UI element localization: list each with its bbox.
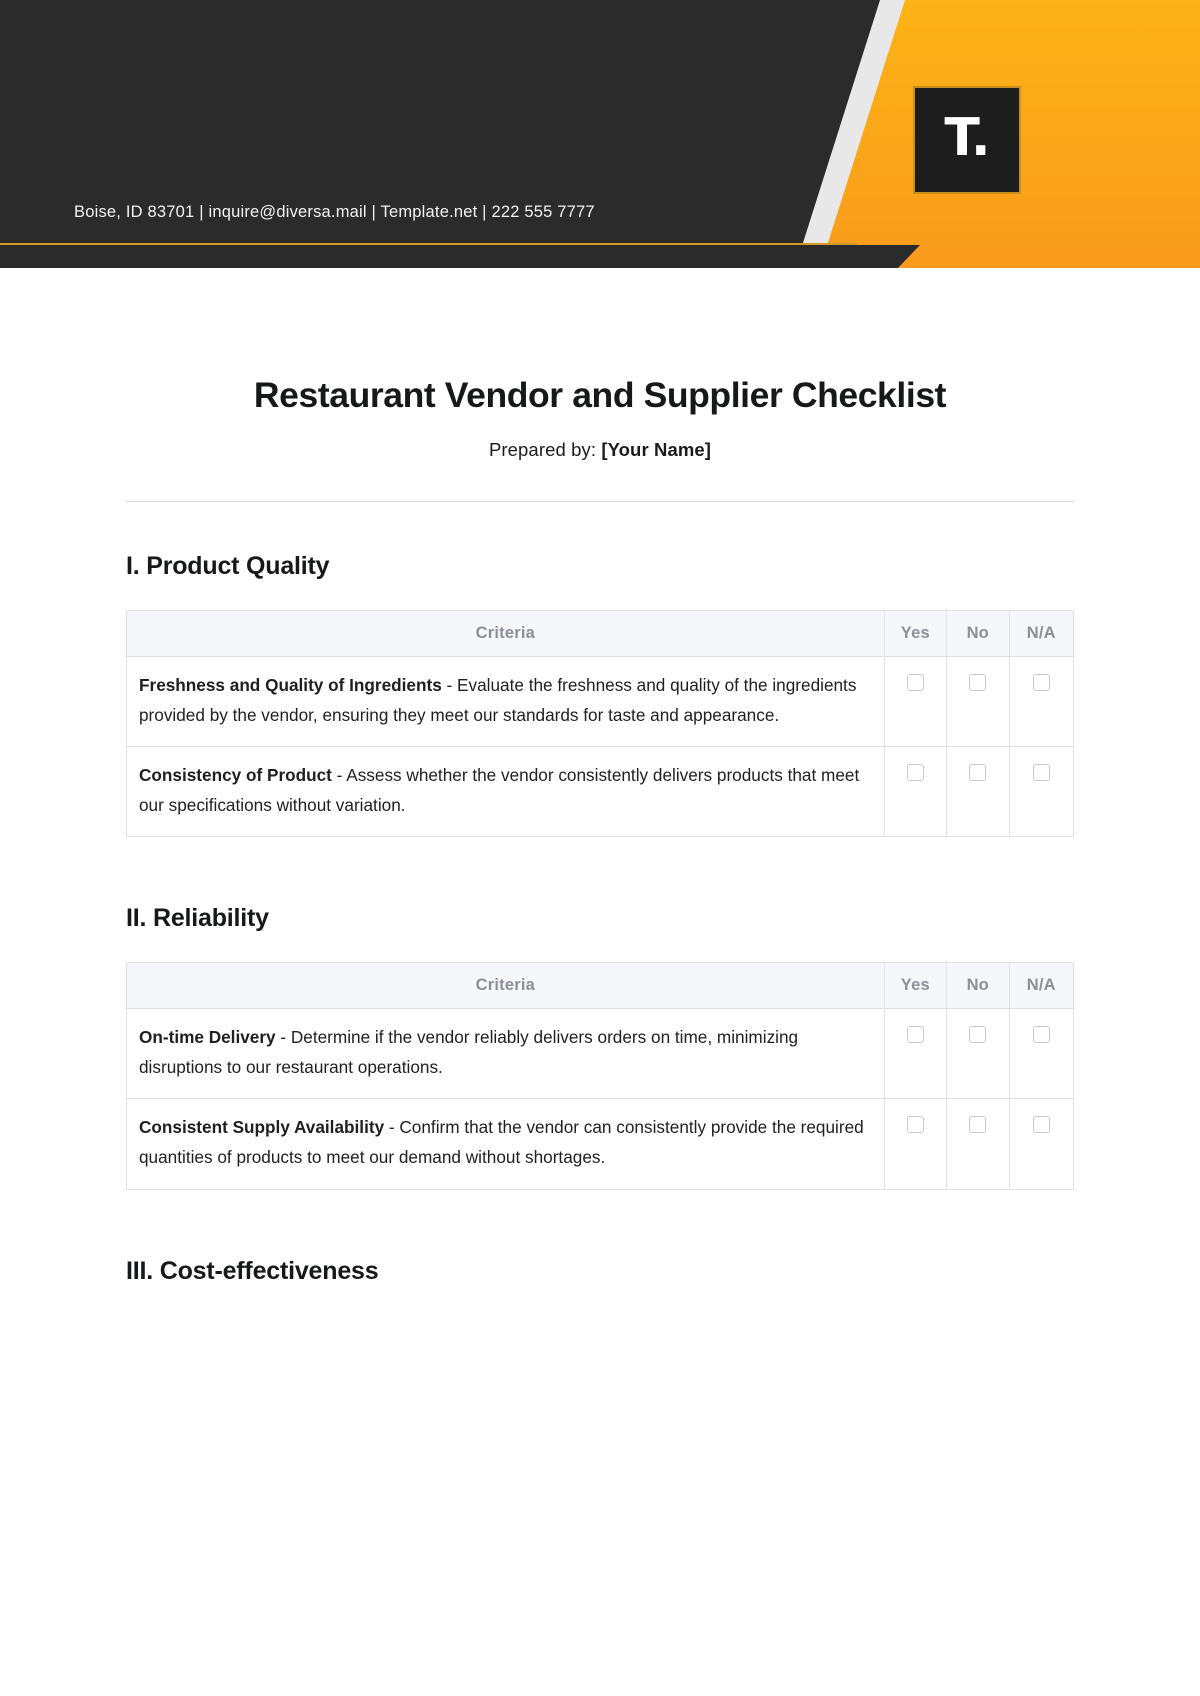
prepared-by-label: Prepared by: <box>488 439 597 460</box>
header-gold-rule <box>0 243 858 245</box>
no-checkbox[interactable] <box>969 1026 987 1044</box>
na-cell[interactable] <box>1008 1008 1074 1100</box>
column-header-na: N/A <box>1008 962 1074 1010</box>
header-dark-strip <box>0 245 920 268</box>
page-title: Restaurant Vendor and Supplier Checklist <box>253 375 947 415</box>
na-cell[interactable] <box>1008 655 1074 748</box>
column-header-no: No <box>946 610 1010 657</box>
criteria-term: Consistent Supply Availability <box>139 1117 385 1138</box>
criteria-term: On-time Delivery <box>139 1027 276 1048</box>
table-row: On-time Delivery - Determine if the vend… <box>126 1008 1074 1100</box>
yes-checkbox[interactable] <box>906 674 924 691</box>
column-header-no: No <box>946 962 1010 1010</box>
column-header-criteria: Criteria <box>126 962 885 1010</box>
header-contact-line: Boise, ID 83701 | inquire@diversa.mail |… <box>74 203 595 221</box>
column-header-yes: Yes <box>883 962 948 1010</box>
criteria-cell: Consistent Supply Availability - Confirm… <box>126 1098 885 1190</box>
na-checkbox[interactable] <box>1032 1116 1050 1134</box>
na-checkbox[interactable] <box>1032 1026 1050 1044</box>
na-checkbox[interactable] <box>1032 674 1050 691</box>
column-header-na: N/A <box>1008 610 1074 657</box>
na-cell[interactable] <box>1008 746 1074 838</box>
prepared-by-line: Prepared by: [Your Name] <box>126 416 1074 461</box>
checklist-table-reliability: Criteria Yes No N/A On-time Delivery - D… <box>126 962 1074 1190</box>
criteria-cell: Consistency of Product - Assess whether … <box>126 746 885 838</box>
criteria-term: Freshness and Quality of Ingredients <box>139 675 442 695</box>
no-checkbox[interactable] <box>969 764 987 782</box>
column-header-yes: Yes <box>883 610 948 657</box>
yes-cell[interactable] <box>883 746 948 838</box>
logo-monogram: T. <box>944 108 990 168</box>
criteria-term: Consistency of Product <box>139 765 332 786</box>
column-header-criteria: Criteria <box>126 610 885 657</box>
section-heading-cost-effectiveness: III. Cost-effectiveness <box>126 1256 379 1285</box>
document-body: Restaurant Vendor and Supplier Checklist… <box>0 268 1200 1286</box>
no-cell[interactable] <box>946 746 1010 838</box>
table-row: Consistent Supply Availability - Confirm… <box>126 1098 1074 1190</box>
criteria-cell: Freshness and Quality of Ingredients - E… <box>126 655 885 748</box>
criteria-cell: On-time Delivery - Determine if the vend… <box>126 1008 885 1100</box>
yes-checkbox[interactable] <box>906 1116 924 1134</box>
no-cell[interactable] <box>946 655 1010 748</box>
na-checkbox[interactable] <box>1032 764 1050 782</box>
no-cell[interactable] <box>946 1008 1010 1100</box>
yes-cell[interactable] <box>883 1098 948 1190</box>
section-heading-product-quality: I. Product Quality <box>126 552 330 580</box>
no-checkbox[interactable] <box>969 674 987 691</box>
yes-checkbox[interactable] <box>906 1026 924 1044</box>
no-cell[interactable] <box>946 1098 1010 1190</box>
yes-cell[interactable] <box>883 655 948 748</box>
table-row: Consistency of Product - Assess whether … <box>126 746 1074 838</box>
table-header-row: Criteria Yes No N/A <box>126 962 1074 1010</box>
checklist-table-product-quality: Criteria Yes No N/A Freshness and Qualit… <box>126 610 1074 838</box>
na-cell[interactable] <box>1008 1098 1074 1190</box>
yes-checkbox[interactable] <box>906 764 924 782</box>
table-row: Freshness and Quality of Ingredients - E… <box>126 655 1074 748</box>
no-checkbox[interactable] <box>969 1116 987 1134</box>
prepared-by-value[interactable]: [Your Name] <box>601 439 711 460</box>
page-header: Boise, ID 83701 | inquire@diversa.mail |… <box>0 0 1200 268</box>
table-header-row: Criteria Yes No N/A <box>126 610 1074 657</box>
yes-cell[interactable] <box>883 1008 948 1100</box>
brand-logo: T. <box>913 86 1021 194</box>
section-heading-reliability: II. Reliability <box>126 904 269 933</box>
